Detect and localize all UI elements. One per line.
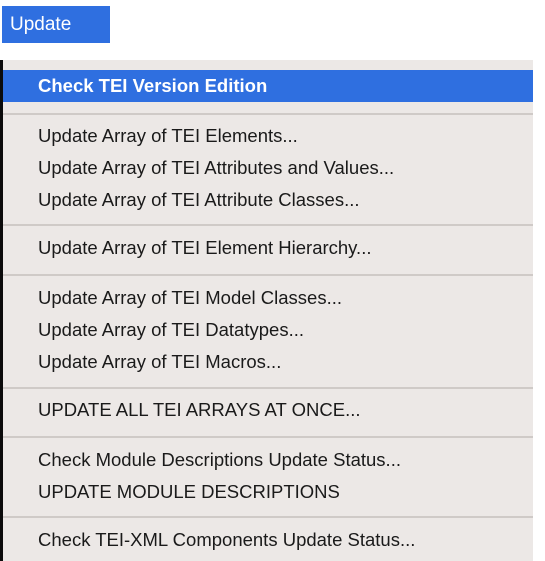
menu-item-update-tei-attribute-classes[interactable]: Update Array of TEI Attribute Classes... [3, 184, 533, 216]
menu-separator [3, 113, 533, 115]
menu-item-update-tei-datatypes[interactable]: Update Array of TEI Datatypes... [3, 314, 533, 346]
menu-item-check-module-descriptions-status[interactable]: Check Module Descriptions Update Status.… [3, 444, 533, 476]
menu-item-update-tei-elements[interactable]: Update Array of TEI Elements... [3, 120, 533, 152]
menu-item-update-tei-element-hierarchy[interactable]: Update Array of TEI Element Hierarchy... [3, 232, 533, 264]
menu-item-update-tei-model-classes[interactable]: Update Array of TEI Model Classes... [3, 282, 533, 314]
menu-separator [3, 274, 533, 276]
menu-separator [3, 387, 533, 389]
menu-item-check-tei-version-edition[interactable]: Check TEI Version Edition [3, 70, 533, 102]
menu-item-update-tei-macros[interactable]: Update Array of TEI Macros... [3, 346, 533, 378]
menu-title-update[interactable]: Update [2, 6, 110, 43]
menu-item-update-all-tei-arrays[interactable]: UPDATE ALL TEI ARRAYS AT ONCE... [3, 394, 533, 426]
menu-bar: Update [0, 0, 545, 60]
menu-item-update-module-descriptions[interactable]: UPDATE MODULE DESCRIPTIONS [3, 476, 533, 508]
menu-item-check-tei-xml-components-status[interactable]: Check TEI-XML Components Update Status..… [3, 524, 533, 556]
menu-separator [3, 516, 533, 518]
menu-separator [3, 224, 533, 226]
menu-separator [3, 436, 533, 438]
menu-item-update-tei-attributes-values[interactable]: Update Array of TEI Attributes and Value… [3, 152, 533, 184]
update-dropdown-menu: Check TEI Version Edition Update Array o… [0, 60, 533, 561]
